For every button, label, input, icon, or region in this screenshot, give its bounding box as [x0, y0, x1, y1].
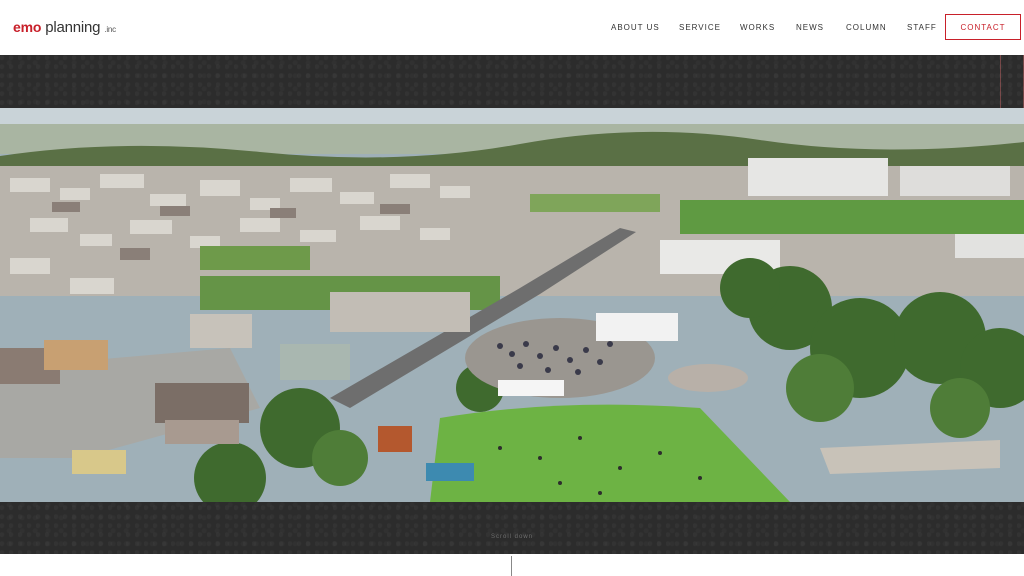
nav-staff[interactable]: STAFF	[907, 23, 937, 32]
logo-inc: .inc	[104, 25, 116, 34]
scroll-down-label[interactable]: Scroll down	[0, 534, 1024, 540]
nav-works[interactable]: WORKS	[740, 23, 775, 32]
logo-planning: planning	[45, 19, 101, 36]
contact-button[interactable]: CONTACT	[945, 14, 1021, 40]
site-header: emo planning .inc ABOUT US SERVICE WORKS…	[0, 0, 1024, 55]
logo-emo: emo	[13, 19, 42, 35]
scroll-indicator-line	[511, 556, 512, 576]
hero-section: Scroll down	[0, 55, 1024, 554]
site-logo[interactable]: emo planning .inc	[13, 19, 116, 36]
nav-service[interactable]: SERVICE	[679, 23, 721, 32]
nav-column[interactable]: COLUMN	[846, 23, 887, 32]
aerial-park-festival-photo-icon	[0, 108, 1024, 502]
nav-news[interactable]: NEWS	[796, 23, 824, 32]
hero-photo	[0, 108, 1024, 502]
nav-about-us[interactable]: ABOUT US	[611, 23, 660, 32]
